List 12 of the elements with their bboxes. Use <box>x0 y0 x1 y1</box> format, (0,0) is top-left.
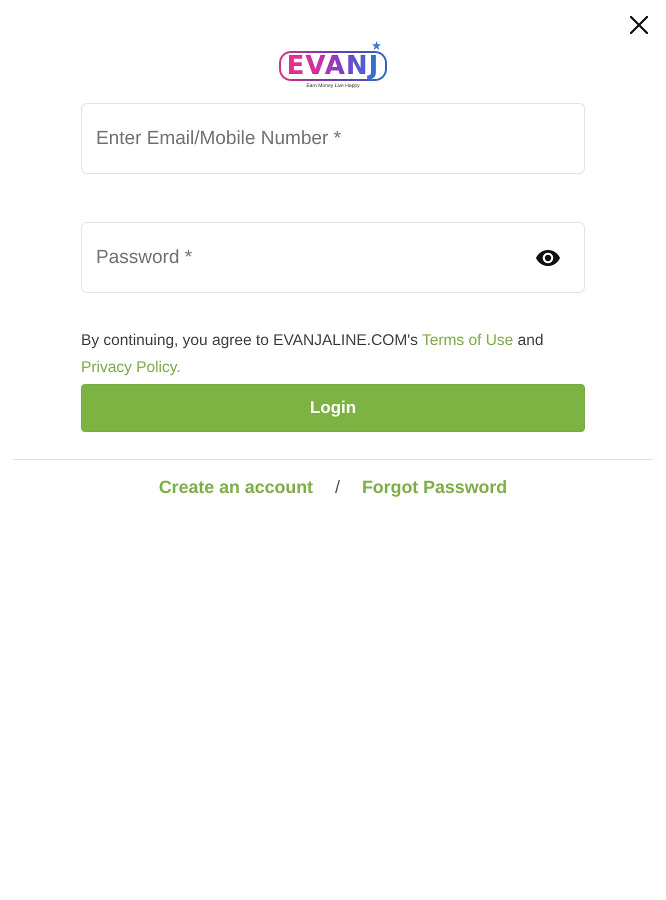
forgot-password-link[interactable]: Forgot Password <box>362 474 508 501</box>
privacy-link[interactable]: Privacy Policy. <box>81 359 181 376</box>
star-icon <box>372 41 381 50</box>
terms-link[interactable]: Terms of Use <box>422 332 514 349</box>
separator-slash: / <box>334 476 340 499</box>
eye-icon[interactable] <box>535 249 561 267</box>
password-field[interactable]: Password * <box>81 222 585 293</box>
consent-text: By continuing, you agree to EVANJALINE.COM's Terms of Use and Privacy Policy. <box>81 331 544 378</box>
login-button[interactable]: Login <box>81 384 585 432</box>
email-field[interactable]: Enter Email/Mobile Number * <box>81 103 585 174</box>
close-icon[interactable] <box>628 14 650 36</box>
create-account-link[interactable]: Create an account <box>158 474 313 501</box>
